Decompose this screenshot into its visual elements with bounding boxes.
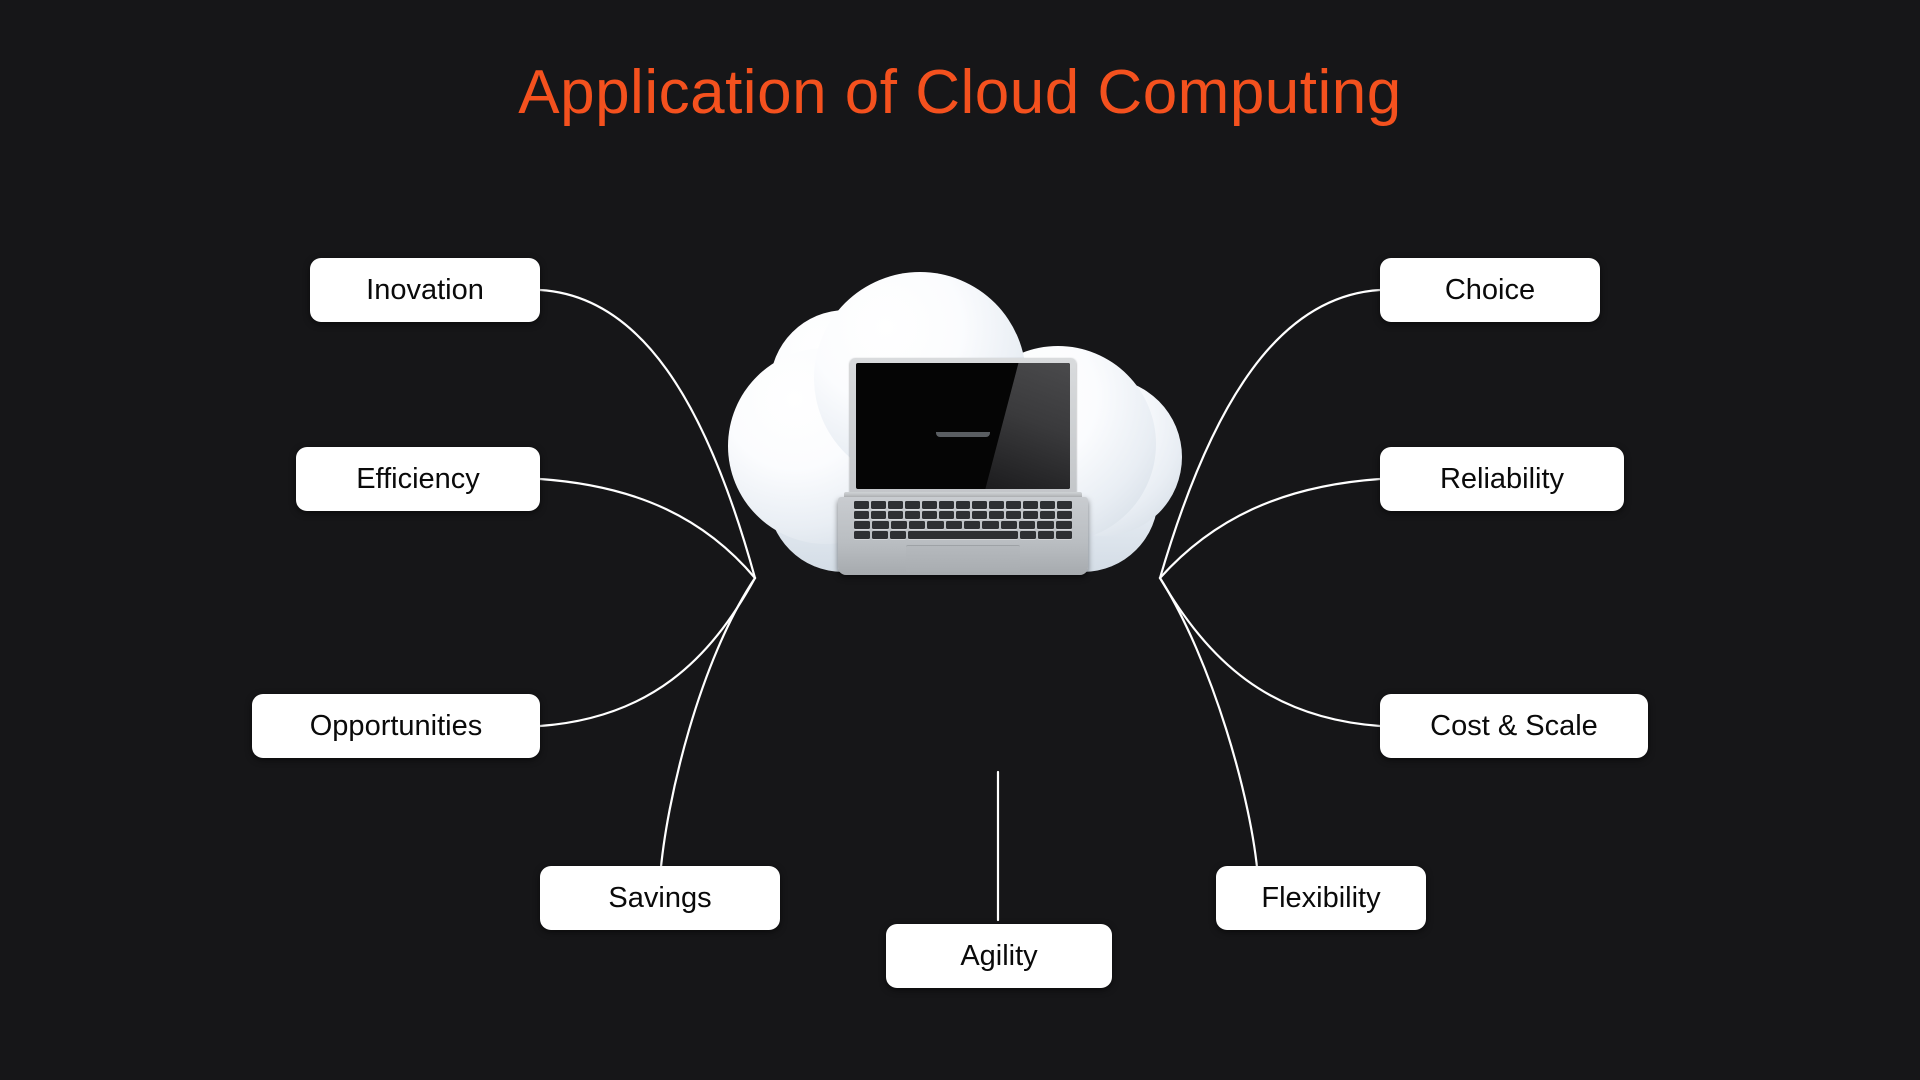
keyboard-row	[854, 501, 1072, 509]
label-efficiency[interactable]: Efficiency	[296, 447, 540, 511]
label-opportunities[interactable]: Opportunities	[252, 694, 540, 758]
connector-innovation	[538, 288, 757, 580]
laptop-trackpad	[906, 545, 1020, 572]
keyboard-row	[854, 521, 1072, 529]
label-savings[interactable]: Savings	[540, 866, 780, 930]
label-flexibility[interactable]: Flexibility	[1216, 866, 1426, 930]
connector-opportunities	[538, 576, 757, 728]
screen-reflection	[985, 363, 1070, 489]
keyboard-row	[854, 531, 1072, 539]
cloud-computing-illustration	[728, 272, 1198, 722]
label-choice[interactable]: Choice	[1380, 258, 1600, 322]
keyboard-row	[854, 511, 1072, 519]
page-title: Application of Cloud Computing	[518, 58, 1402, 127]
slide-canvas: Application of Cloud Computing Inovation…	[0, 0, 1920, 1080]
label-cost-and-scale[interactable]: Cost & Scale	[1380, 694, 1648, 758]
label-reliability[interactable]: Reliability	[1380, 447, 1624, 511]
laptop-base	[838, 497, 1088, 575]
label-agility[interactable]: Agility	[886, 924, 1112, 988]
label-innovation[interactable]: Inovation	[310, 258, 540, 322]
laptop-icon	[838, 358, 1088, 583]
laptop-front-notch	[936, 432, 990, 437]
connector-efficiency	[538, 477, 757, 580]
laptop-lid	[850, 358, 1076, 494]
laptop-screen	[856, 363, 1070, 489]
